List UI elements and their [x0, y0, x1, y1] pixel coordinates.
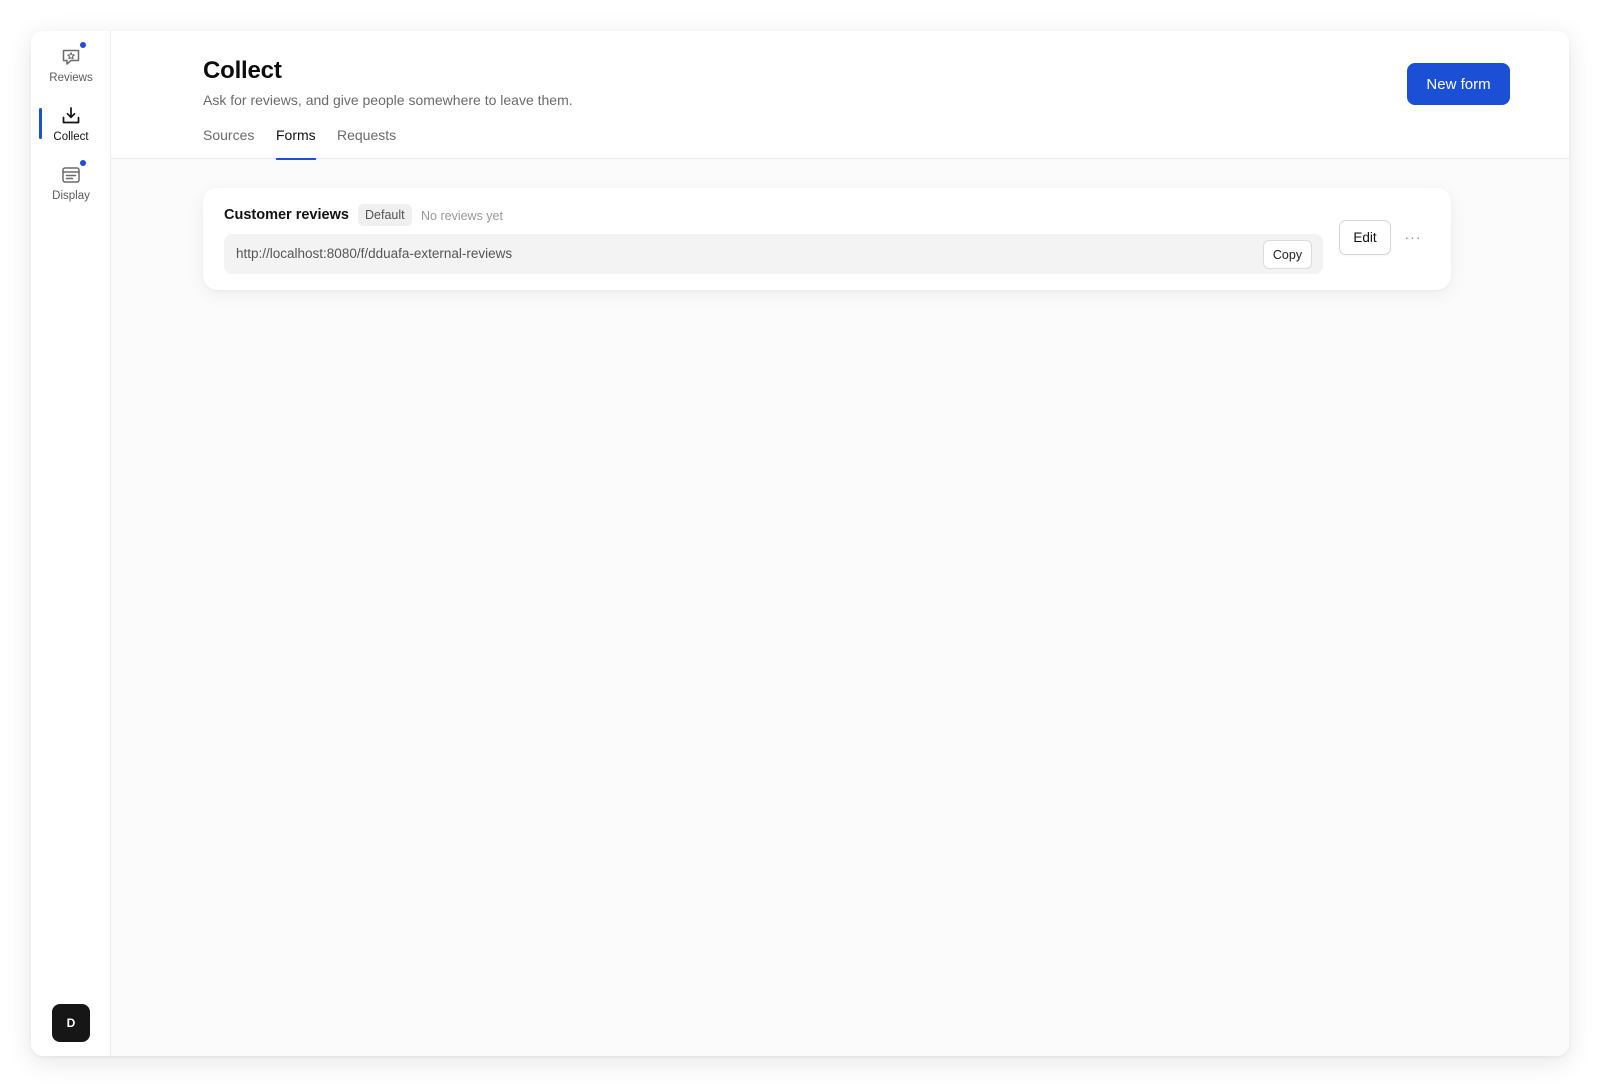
- edit-button[interactable]: Edit: [1339, 220, 1391, 255]
- page-header: Collect Ask for reviews, and give people…: [111, 31, 1569, 160]
- sidebar-item-display[interactable]: Display: [31, 157, 111, 209]
- form-url-field[interactable]: http://localhost:8080/f/dduafa-external-…: [224, 234, 1323, 274]
- tab-forms[interactable]: Forms: [276, 127, 316, 160]
- sidebar-item-label: Reviews: [49, 72, 93, 84]
- tab-sources[interactable]: Sources: [203, 127, 254, 159]
- default-badge: Default: [358, 204, 412, 226]
- new-form-button[interactable]: New form: [1407, 63, 1510, 105]
- more-options-icon[interactable]: ···: [1401, 224, 1425, 250]
- tab-requests[interactable]: Requests: [337, 127, 396, 159]
- sidebar-item-label: Collect: [53, 131, 89, 143]
- notification-dot: [80, 160, 86, 166]
- chat-star-icon: [60, 42, 86, 68]
- review-count-text: No reviews yet: [421, 209, 503, 223]
- sidebar-item-reviews[interactable]: Reviews: [31, 39, 111, 91]
- browser-window-icon: [60, 160, 86, 186]
- form-url-text: http://localhost:8080/f/dduafa-external-…: [236, 246, 513, 261]
- form-card: Customer reviews Default No reviews yet …: [203, 188, 1451, 290]
- avatar[interactable]: D: [52, 1004, 90, 1042]
- sidebar-item-collect[interactable]: Collect: [31, 98, 111, 150]
- copy-button[interactable]: Copy: [1263, 240, 1312, 269]
- page-subtitle: Ask for reviews, and give people somewhe…: [203, 92, 573, 108]
- page-title: Collect: [203, 57, 282, 84]
- form-name: Customer reviews: [224, 207, 349, 223]
- sidebar: Reviews Collect Display D: [31, 31, 111, 1056]
- sidebar-item-label: Display: [52, 190, 90, 202]
- main-content: Collect Ask for reviews, and give people…: [111, 31, 1569, 1056]
- app-window: Reviews Collect Display D Collect Ask fo…: [31, 31, 1569, 1056]
- download-tray-icon: [60, 105, 82, 127]
- notification-dot: [80, 42, 86, 48]
